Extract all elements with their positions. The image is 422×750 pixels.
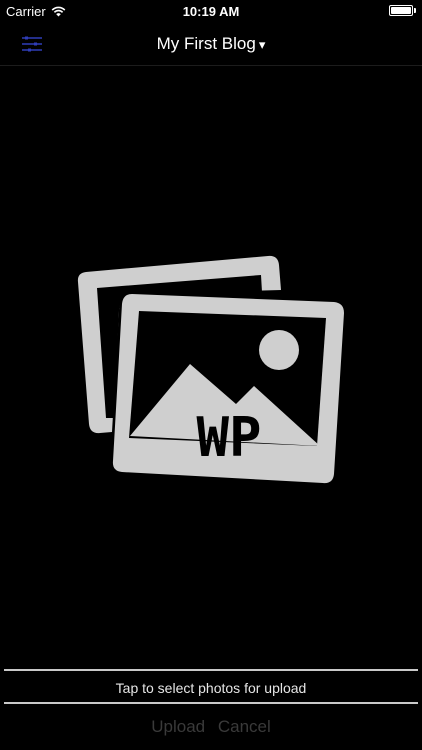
select-photos-hint[interactable]: Tap to select photos for upload xyxy=(0,680,422,696)
divider-top xyxy=(4,669,418,671)
status-right xyxy=(389,5,416,16)
battery-icon xyxy=(389,5,413,16)
chevron-down-icon: ▾ xyxy=(258,37,266,52)
blog-selector[interactable]: My First Blog ▾ xyxy=(0,34,422,54)
navigation-bar: My First Blog ▾ xyxy=(0,22,422,66)
front-photo-frame: WP xyxy=(112,294,344,484)
photo-upload-screen: Carrier 10:19 AM My First Blog ▾ WP Tap … xyxy=(0,0,422,750)
photos-icon[interactable]: WP xyxy=(76,250,346,486)
cancel-button[interactable]: Cancel xyxy=(214,717,275,737)
action-bar: Upload Cancel xyxy=(0,717,422,737)
battery-tip xyxy=(414,8,416,13)
upload-button[interactable]: Upload xyxy=(147,717,209,737)
status-time: 10:19 AM xyxy=(182,4,240,19)
battery-level xyxy=(391,7,411,14)
sun-shape xyxy=(259,330,299,370)
blog-title: My First Blog xyxy=(156,34,256,53)
status-bar: Carrier 10:19 AM xyxy=(0,0,422,22)
divider-bottom xyxy=(4,702,418,704)
wp-logo-text: WP xyxy=(196,406,261,469)
